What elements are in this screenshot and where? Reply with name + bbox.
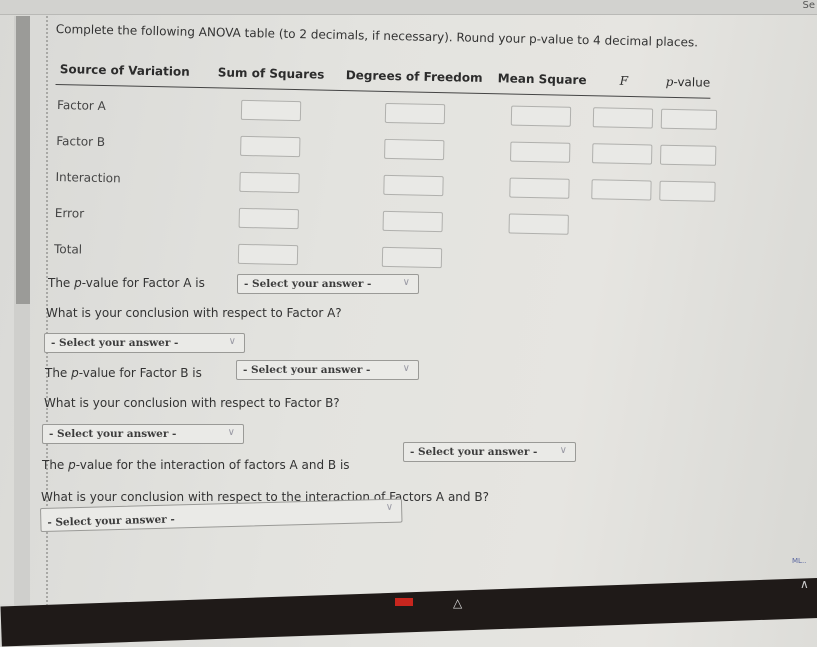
interaction-ms-input[interactable] xyxy=(509,177,570,199)
anova-table: Source of Variation Sum of Squares Degre… xyxy=(54,62,736,269)
header-f: F xyxy=(619,73,629,88)
q-suffix: -value for the interaction of factors A … xyxy=(75,458,350,472)
chevron-down-icon: ∨ xyxy=(228,336,236,347)
header-p-suffix: -value xyxy=(673,74,711,90)
search-fragment: Se xyxy=(802,0,816,11)
interaction-df-input[interactable] xyxy=(383,174,444,197)
chevron-down-icon: ∨ xyxy=(402,277,410,288)
chevron-down-icon: ∨ xyxy=(385,501,394,513)
row-label-factor-b: Factor B xyxy=(56,134,106,150)
question-pvalue-factor-a: The p-value for Factor A is xyxy=(48,276,205,290)
q-prefix: The xyxy=(45,366,72,380)
q-p-italic: p xyxy=(71,366,79,380)
interaction-ss-input[interactable] xyxy=(239,171,300,194)
factor-b-df-input[interactable] xyxy=(384,138,445,161)
row-label-total: Total xyxy=(53,242,83,257)
header-pvalue: p-value xyxy=(666,75,711,90)
q-prefix: The xyxy=(42,458,69,472)
factor-a-f-input[interactable] xyxy=(592,107,654,129)
header-rule xyxy=(55,83,711,99)
select-label: - Select your answer - xyxy=(243,364,371,376)
select-pvalue-factor-b[interactable]: - Select your answer - ∨ xyxy=(236,360,419,380)
scrollbar-thumb[interactable] xyxy=(16,16,30,304)
row-label-error: Error xyxy=(54,206,85,221)
header-source: Source of Variation xyxy=(59,62,190,79)
error-ss-input[interactable] xyxy=(238,207,299,230)
factor-a-ms-input[interactable] xyxy=(510,105,572,127)
error-df-input[interactable] xyxy=(382,210,443,233)
select-label: - Select your answer - xyxy=(47,513,175,529)
factor-b-ss-input[interactable] xyxy=(240,135,301,158)
row-label-factor-a: Factor A xyxy=(56,98,107,114)
select-pvalue-factor-a[interactable]: - Select your answer - ∨ xyxy=(237,274,419,294)
corner-text: ML.. xyxy=(792,557,807,565)
chevron-down-icon: ∨ xyxy=(559,445,567,456)
chevron-down-icon: ∨ xyxy=(402,363,410,374)
tray-expand-icon[interactable]: ∧ xyxy=(800,577,809,591)
select-label: - Select your answer - xyxy=(49,428,177,440)
factor-a-df-input[interactable] xyxy=(384,102,446,125)
error-ms-input[interactable] xyxy=(508,213,569,235)
factor-b-ms-input[interactable] xyxy=(510,141,571,163)
chevron-down-icon: ∨ xyxy=(227,427,235,438)
question-pvalue-factor-b: The p-value for Factor B is xyxy=(45,366,202,380)
q-prefix: The xyxy=(48,276,75,290)
taskbar-app-icon[interactable]: △ xyxy=(453,596,462,610)
row-label-interaction: Interaction xyxy=(55,170,121,186)
select-pvalue-interaction[interactable]: - Select your answer - ∨ xyxy=(403,442,576,462)
factor-b-f-input[interactable] xyxy=(591,143,653,165)
q-p-italic: p xyxy=(68,458,76,472)
select-conclusion-factor-b[interactable]: - Select your answer - ∨ xyxy=(42,424,244,444)
select-label: - Select your answer - xyxy=(51,337,179,349)
q-suffix: -value for Factor A is xyxy=(81,276,205,290)
question-conclusion-factor-a: What is your conclusion with respect to … xyxy=(46,306,342,320)
select-label: - Select your answer - xyxy=(244,278,372,290)
header-df: Degrees of Freedom xyxy=(345,68,483,85)
select-label: - Select your answer - xyxy=(410,446,538,458)
total-ss-input[interactable] xyxy=(237,243,299,266)
question-conclusion-factor-b: What is your conclusion with respect to … xyxy=(44,396,340,410)
factor-a-ss-input[interactable] xyxy=(240,99,302,122)
browser-top-strip: Se xyxy=(0,0,817,15)
select-conclusion-factor-a[interactable]: - Select your answer - ∨ xyxy=(44,333,245,353)
total-df-input[interactable] xyxy=(381,246,443,269)
question-pvalue-interaction: The p-value for the interaction of facto… xyxy=(42,458,350,472)
instructions: Complete the following ANOVA table (to 2… xyxy=(55,22,699,50)
interaction-p-input[interactable] xyxy=(659,180,716,202)
header-ms: Mean Square xyxy=(497,71,587,88)
q-p-italic: p xyxy=(74,276,82,290)
q-suffix: -value for Factor B is xyxy=(78,366,202,380)
factor-b-p-input[interactable] xyxy=(659,144,717,166)
header-ss: Sum of Squares xyxy=(217,65,325,82)
interaction-f-input[interactable] xyxy=(591,179,652,201)
taskbar xyxy=(0,578,817,647)
page: Complete the following ANOVA table (to 2… xyxy=(0,14,817,606)
taskbar-mail-icon[interactable] xyxy=(395,598,413,606)
factor-a-p-input[interactable] xyxy=(660,108,718,130)
